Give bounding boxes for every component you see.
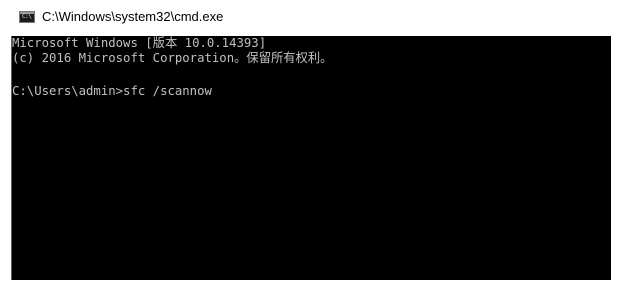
cmd-window: C:\ C:\Windows\system32\cmd.exe Microsof… — [0, 0, 623, 285]
console-line-command[interactable]: C:\Users\admin>sfc /scannow — [12, 84, 212, 99]
cmd-console-icon[interactable]: C:\ — [19, 11, 35, 23]
console-output-area[interactable]: Microsoft Windows [版本 10.0.14393] (c) 20… — [11, 36, 611, 280]
title-bar[interactable]: C:\ C:\Windows\system32\cmd.exe — [0, 0, 623, 36]
icon-prompt-glyph: C:\ — [22, 13, 32, 20]
console-line-version: Microsoft Windows [版本 10.0.14393] — [12, 36, 267, 50]
console-line-copyright: (c) 2016 Microsoft Corporation。保留所有权利。 — [12, 51, 333, 65]
window-title: C:\Windows\system32\cmd.exe — [42, 9, 224, 24]
